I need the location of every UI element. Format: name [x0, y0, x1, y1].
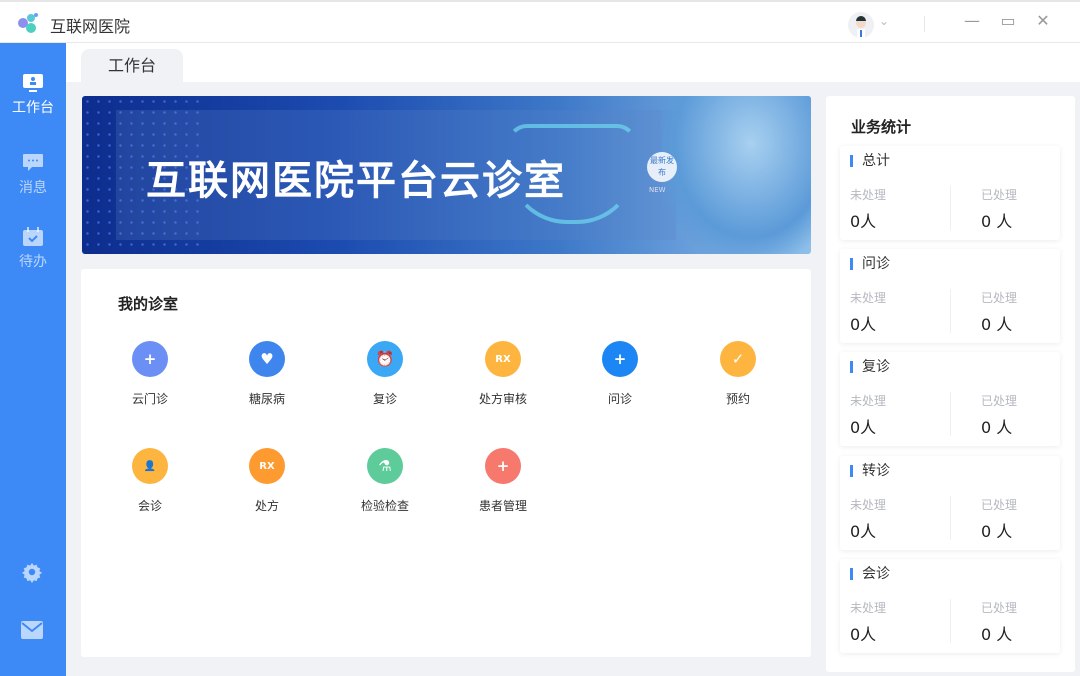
clinic-item[interactable]: + 问诊: [570, 341, 670, 407]
stat-card: 转诊 未处理 0人 已处理 0 人: [840, 456, 1060, 550]
stat-title: 转诊: [850, 464, 890, 478]
stat-title: 复诊: [850, 360, 890, 374]
pending-value: 0人: [850, 315, 877, 334]
divider: [924, 16, 925, 32]
clinic-item-icon: RX: [485, 341, 521, 377]
pending-label: 未处理: [850, 394, 887, 408]
message-icon: [23, 154, 43, 171]
close-button[interactable]: ✕: [1031, 11, 1055, 30]
clinic-item-label: 复诊: [372, 392, 397, 406]
title-bar: 互联网医院 ⌄ — ▭ ✕: [0, 0, 1080, 43]
clinic-item-label: 检验检查: [360, 499, 409, 513]
done-value: 0 人: [981, 315, 1013, 334]
stat-card: 复诊 未处理 0人 已处理 0 人: [840, 352, 1060, 446]
sidebar: 工作台 消息 待办: [0, 43, 66, 676]
clinic-item[interactable]: + 云门诊: [100, 341, 200, 407]
mail-icon[interactable]: [21, 621, 43, 639]
banner-badge-sub: NEW: [649, 186, 666, 194]
app-logo-icon: [18, 13, 38, 33]
sidebar-item-workbench[interactable]: 工作台: [0, 73, 66, 117]
done-label: 已处理: [981, 601, 1018, 615]
stat-title: 问诊: [850, 257, 890, 271]
section-title: 我的诊室: [118, 295, 179, 313]
tab-workbench[interactable]: 工作台: [81, 49, 183, 82]
clinic-item[interactable]: ♥ 糖尿病: [217, 341, 317, 407]
done-label: 已处理: [981, 188, 1018, 202]
done-label: 已处理: [981, 498, 1018, 512]
clinic-item-icon: 👤: [132, 448, 168, 484]
my-clinic-card: 我的诊室 + 云门诊 ♥ 糖尿病 ⏰ 复诊 RX 处方审核 + 问诊 ✓ 预约 👤 会诊 RX 处方 ⚗ 检验检查…: [81, 269, 811, 657]
doctor-image: [661, 96, 811, 254]
sidebar-item-todo[interactable]: 待办: [0, 227, 66, 271]
stat-card: 会诊 未处理 0人 已处理 0 人: [840, 559, 1060, 653]
sidebar-item-messages[interactable]: 消息: [0, 153, 66, 197]
stat-title: 总计: [850, 154, 890, 168]
stats-title: 业务统计: [851, 118, 912, 136]
done-value: 0 人: [981, 212, 1013, 231]
sidebar-item-label: 待办: [19, 254, 47, 270]
monitor-icon: [23, 74, 43, 92]
clinic-item-label: 会诊: [137, 499, 162, 513]
sidebar-item-label: 工作台: [12, 100, 54, 116]
clinic-item[interactable]: + 患者管理: [453, 448, 553, 514]
clinic-item-icon: RX: [249, 448, 285, 484]
done-value: 0 人: [981, 522, 1013, 541]
tab-bar: 工作台: [66, 43, 1080, 82]
clinic-item-icon: ✓: [720, 341, 756, 377]
app-title: 互联网医院: [50, 17, 131, 36]
banner-badge: 最新发布: [647, 152, 677, 182]
done-label: 已处理: [981, 394, 1018, 408]
clinic-item[interactable]: 👤 会诊: [100, 448, 200, 514]
stat-card: 总计 未处理 0人 已处理 0 人: [840, 146, 1060, 240]
clinic-item-label: 云门诊: [131, 392, 168, 406]
pending-label: 未处理: [850, 601, 887, 615]
user-avatar[interactable]: [848, 12, 874, 38]
minimize-button[interactable]: —: [960, 11, 984, 30]
stat-title: 会诊: [850, 567, 890, 581]
clinic-item-label: 糖尿病: [248, 392, 285, 406]
clinic-item-label: 患者管理: [478, 499, 527, 513]
clinic-item-icon: ⏰: [367, 341, 403, 377]
done-value: 0 人: [981, 625, 1013, 644]
clinic-item-icon: +: [132, 341, 168, 377]
pending-value: 0人: [850, 212, 877, 231]
stats-panel: 业务统计 总计 未处理 0人 已处理 0 人问诊 未处理 0人 已处理 0 人复诊 未处…: [826, 96, 1075, 672]
clinic-item-icon: +: [485, 448, 521, 484]
banner-title: 互联网医院平台云诊室: [146, 158, 566, 204]
clinic-item-icon: +: [602, 341, 638, 377]
clinic-item-label: 处方审核: [478, 392, 527, 406]
done-label: 已处理: [981, 291, 1018, 305]
pending-value: 0人: [850, 625, 877, 644]
clinic-item-icon: ⚗: [367, 448, 403, 484]
clinic-item-label: 问诊: [607, 392, 632, 406]
sidebar-item-label: 消息: [19, 180, 47, 196]
pending-value: 0人: [850, 522, 877, 541]
clinic-item-label: 处方: [254, 499, 279, 513]
pending-label: 未处理: [850, 291, 887, 305]
clinic-item[interactable]: ⏰ 复诊: [335, 341, 435, 407]
clinic-item-label: 预约: [725, 392, 750, 406]
clinic-item[interactable]: ⚗ 检验检查: [335, 448, 435, 514]
stat-card: 问诊 未处理 0人 已处理 0 人: [840, 249, 1060, 343]
maximize-button[interactable]: ▭: [996, 11, 1020, 30]
done-value: 0 人: [981, 418, 1013, 437]
settings-icon[interactable]: [21, 561, 43, 583]
pending-label: 未处理: [850, 498, 887, 512]
pending-label: 未处理: [850, 188, 887, 202]
calendar-check-icon: [23, 227, 43, 246]
clinic-item[interactable]: ✓ 预约: [688, 341, 788, 407]
promo-banner[interactable]: 互联网医院平台云诊室 最新发布 NEW: [82, 96, 811, 254]
chevron-down-icon[interactable]: ⌄: [879, 14, 889, 28]
clinic-item[interactable]: RX 处方: [217, 448, 317, 514]
clinic-item[interactable]: RX 处方审核: [453, 341, 553, 407]
clinic-item-icon: ♥: [249, 341, 285, 377]
pending-value: 0人: [850, 418, 877, 437]
